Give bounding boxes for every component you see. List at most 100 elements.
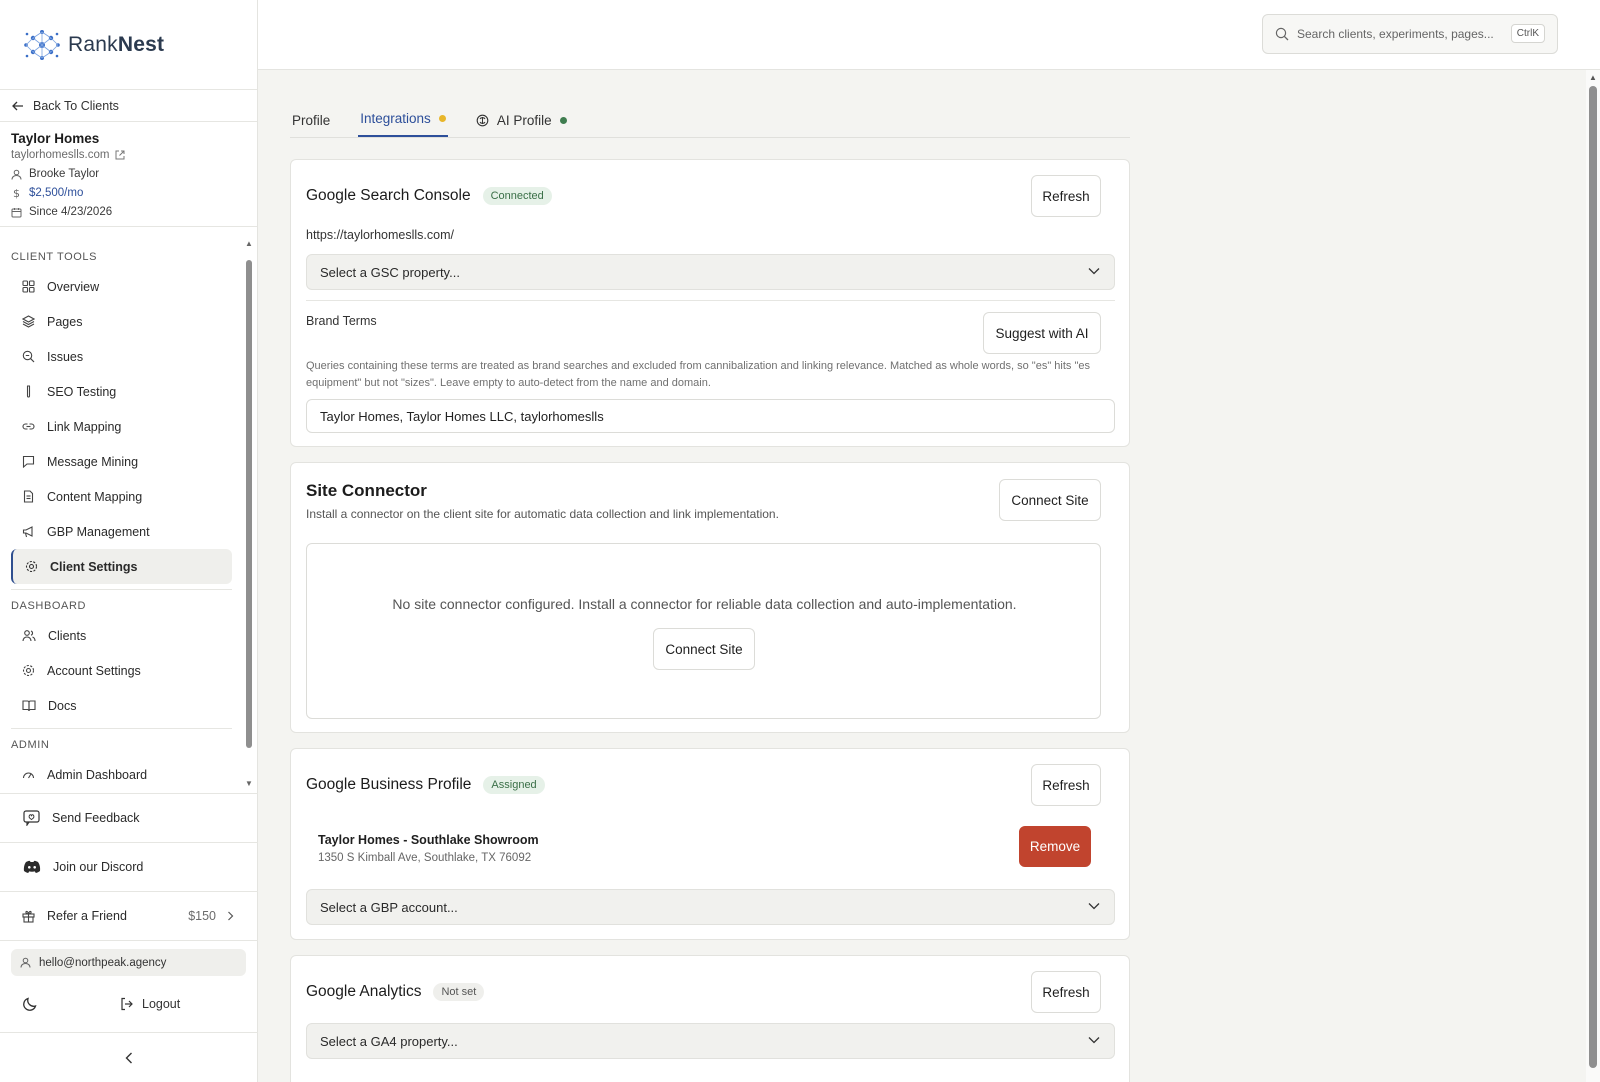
search-icon — [1275, 27, 1289, 41]
book-icon — [22, 700, 36, 712]
page-scroll-thumb[interactable] — [1589, 86, 1597, 1068]
user-icon — [20, 957, 31, 968]
gsc-property-select[interactable]: Select a GSC property... — [306, 254, 1115, 290]
client-domain-link[interactable]: taylorhomeslls.com — [11, 149, 246, 161]
tab-ai-profile[interactable]: AI Profile — [474, 103, 569, 137]
link-icon — [22, 423, 35, 430]
test-tube-icon — [26, 385, 31, 398]
connector-empty-state: No site connector configured. Install a … — [306, 543, 1101, 719]
account-email: hello@northpeak.agency — [11, 949, 246, 976]
gsc-card: Google Search Console Connected Refresh … — [290, 159, 1130, 447]
search-placeholder: Search clients, experiments, pages... — [1297, 27, 1494, 41]
sidebar-item-issues[interactable]: Issues — [0, 339, 232, 374]
gbp-refresh-button[interactable]: Refresh — [1031, 764, 1101, 806]
sidebar-item-link-mapping[interactable]: Link Mapping — [0, 409, 232, 444]
global-search-input[interactable]: Search clients, experiments, pages... Ct… — [1262, 14, 1558, 54]
send-feedback-button[interactable]: Send Feedback — [0, 793, 258, 842]
sidebar-scroll-thumb[interactable] — [246, 260, 252, 748]
discord-icon — [23, 860, 41, 873]
chevron-down-icon — [1088, 1037, 1100, 1044]
message-icon — [22, 455, 35, 468]
back-to-clients-link[interactable]: Back To Clients — [0, 90, 257, 122]
gauge-icon — [22, 772, 35, 779]
sidebar-item-gbp-management[interactable]: GBP Management — [0, 514, 232, 549]
chevron-down-icon — [1088, 903, 1100, 910]
suggest-with-ai-button[interactable]: Suggest with AI — [983, 312, 1101, 354]
ga-refresh-button[interactable]: Refresh — [1031, 971, 1101, 1013]
status-dot — [559, 116, 567, 124]
brand-terms-input[interactable]: Taylor Homes, Taylor Homes LLC, taylorho… — [306, 399, 1115, 433]
client-summary: Taylor Homes taylorhomeslls.com Brooke T… — [0, 122, 257, 227]
section-label-client-tools: CLIENT TOOLS — [11, 251, 98, 263]
gsc-refresh-button[interactable]: Refresh — [1031, 175, 1101, 217]
scroll-down-arrow-icon[interactable]: ▼ — [245, 780, 253, 788]
tab-integrations[interactable]: Integrations — [358, 101, 448, 137]
sidebar-item-content-mapping[interactable]: Content Mapping — [0, 479, 232, 514]
users-icon — [22, 630, 36, 642]
sidebar-item-overview[interactable]: Overview — [0, 269, 232, 304]
search-icon — [22, 350, 35, 363]
sidebar-scrollbar[interactable]: ▲ ▼ — [245, 240, 253, 788]
layers-icon — [22, 315, 35, 328]
moon-icon[interactable] — [22, 996, 38, 1012]
site-connector-card: Site Connector Install a connector on th… — [290, 462, 1130, 733]
connect-site-button[interactable]: Connect Site — [999, 479, 1101, 521]
gbp-account-select[interactable]: Select a GBP account... — [306, 889, 1115, 925]
scroll-up-arrow-icon[interactable]: ▲ — [1589, 73, 1597, 82]
empty-state-message: No site connector configured. Install a … — [392, 596, 1017, 612]
gear-icon — [22, 664, 35, 677]
join-discord-link[interactable]: Join our Discord — [0, 842, 258, 891]
logout-button[interactable]: Logout — [120, 997, 180, 1011]
sidebar-item-pages[interactable]: Pages — [0, 304, 232, 339]
sidebar-item-admin-dashboard[interactable]: Admin Dashboard — [0, 757, 232, 792]
external-link-icon — [115, 150, 125, 160]
sidebar-item-account-settings[interactable]: Account Settings — [0, 653, 232, 688]
section-label-dashboard: DASHBOARD — [11, 600, 87, 612]
gbp-title: Google Business Profile Assigned — [306, 776, 545, 794]
gbp-card: Google Business Profile Assigned Refresh… — [290, 748, 1130, 940]
tab-profile[interactable]: Profile — [290, 103, 332, 137]
connect-site-inner-button[interactable]: Connect Site — [653, 628, 755, 670]
refer-a-friend-link[interactable]: Refer a Friend $150 — [0, 891, 258, 940]
sidebar-item-message-mining[interactable]: Message Mining — [0, 444, 232, 479]
brain-icon — [476, 114, 489, 126]
sidebar-footer: Send Feedback Join our Discord Refer a F… — [0, 793, 258, 1032]
feedback-icon — [23, 810, 40, 826]
brand-terms-help: Queries containing these terms are treat… — [306, 360, 1090, 389]
sidebar-item-docs[interactable]: Docs — [0, 688, 232, 723]
sidebar-item-client-settings[interactable]: Client Settings — [11, 549, 232, 584]
account-actions: Logout — [0, 976, 258, 1032]
sidebar-nav: CLIENT TOOLS Overview Pages Issues SEO T… — [0, 241, 258, 793]
back-label: Back To Clients — [33, 98, 119, 113]
remove-location-button[interactable]: Remove — [1019, 826, 1091, 867]
chevron-left-icon — [125, 1052, 132, 1063]
logout-icon — [121, 997, 133, 1011]
status-dot — [438, 114, 446, 122]
calendar-icon — [11, 207, 22, 217]
document-icon — [23, 490, 34, 503]
brand-terms-label: Brand Terms — [306, 314, 377, 328]
refer-amount: $150 — [188, 909, 216, 923]
collapse-sidebar-button[interactable] — [0, 1032, 258, 1082]
gbp-location-address: 1350 S Kimball Ave, Southlake, TX 76092 — [318, 852, 532, 864]
page-scrollbar[interactable]: ▲ — [1586, 70, 1600, 1082]
network-logo-icon — [24, 29, 60, 60]
user-icon — [11, 169, 22, 180]
logo[interactable]: RankNest — [0, 0, 257, 90]
ga-title: Google Analytics Not set — [306, 983, 485, 1001]
gift-icon — [22, 910, 35, 923]
client-name: Taylor Homes — [11, 131, 100, 146]
scroll-up-arrow-icon[interactable]: ▲ — [245, 240, 253, 248]
ga4-property-select[interactable]: Select a GA4 property... — [306, 1023, 1115, 1059]
grid-icon — [22, 280, 35, 293]
megaphone-icon — [22, 526, 33, 538]
client-contact: Brooke Taylor — [11, 168, 246, 180]
brand-name: RankNest — [68, 32, 165, 56]
divider — [306, 300, 1115, 301]
sidebar-item-clients[interactable]: Clients — [0, 618, 232, 653]
gsc-site-url: https://taylorhomeslls.com/ — [306, 228, 454, 242]
sidebar-item-seo-testing[interactable]: SEO Testing — [0, 374, 232, 409]
settings-tabs: Profile Integrations AI Profile — [290, 70, 1130, 138]
chevron-right-icon — [228, 911, 234, 921]
gsc-title: Google Search Console Connected — [306, 187, 552, 205]
